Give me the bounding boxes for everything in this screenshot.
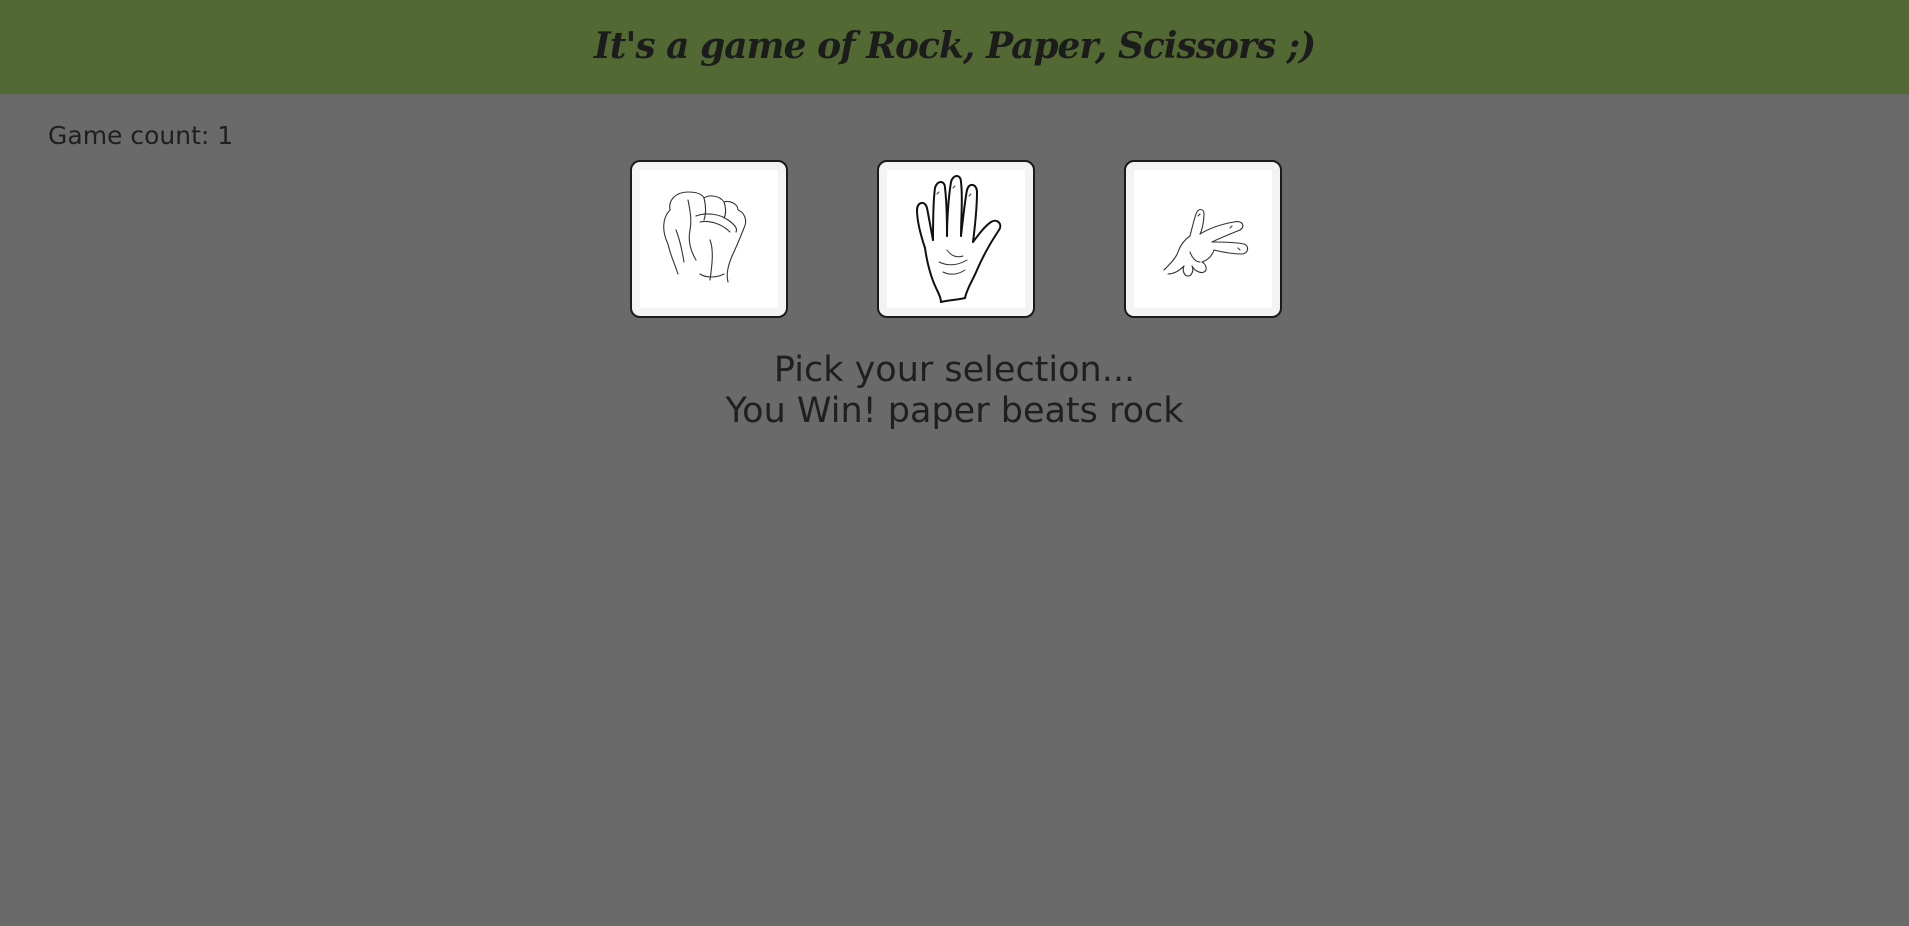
scissors-card-face [1134, 170, 1272, 308]
scissors-choice-button[interactable] [1124, 160, 1282, 318]
paper-choice-button[interactable] [877, 160, 1035, 318]
paper-card-face [887, 170, 1025, 308]
choices-row [0, 160, 1909, 318]
rock-hand-icon [663, 191, 747, 283]
message-area: Pick your selection... You Win! paper be… [0, 350, 1909, 432]
header-bar: It's a game of Rock, Paper, Scissors ;) [0, 0, 1909, 94]
prompt-text: Pick your selection... [773, 350, 1136, 390]
page-title: It's a game of Rock, Paper, Scissors ;) [593, 25, 1316, 67]
paper-hand-icon [916, 175, 1002, 303]
game-count: Game count: 1 [48, 121, 234, 150]
result-text: You Win! paper beats rock [725, 391, 1184, 431]
scissors-hand-icon [1163, 208, 1249, 277]
rock-card-face [640, 170, 778, 308]
rock-choice-button[interactable] [630, 160, 788, 318]
